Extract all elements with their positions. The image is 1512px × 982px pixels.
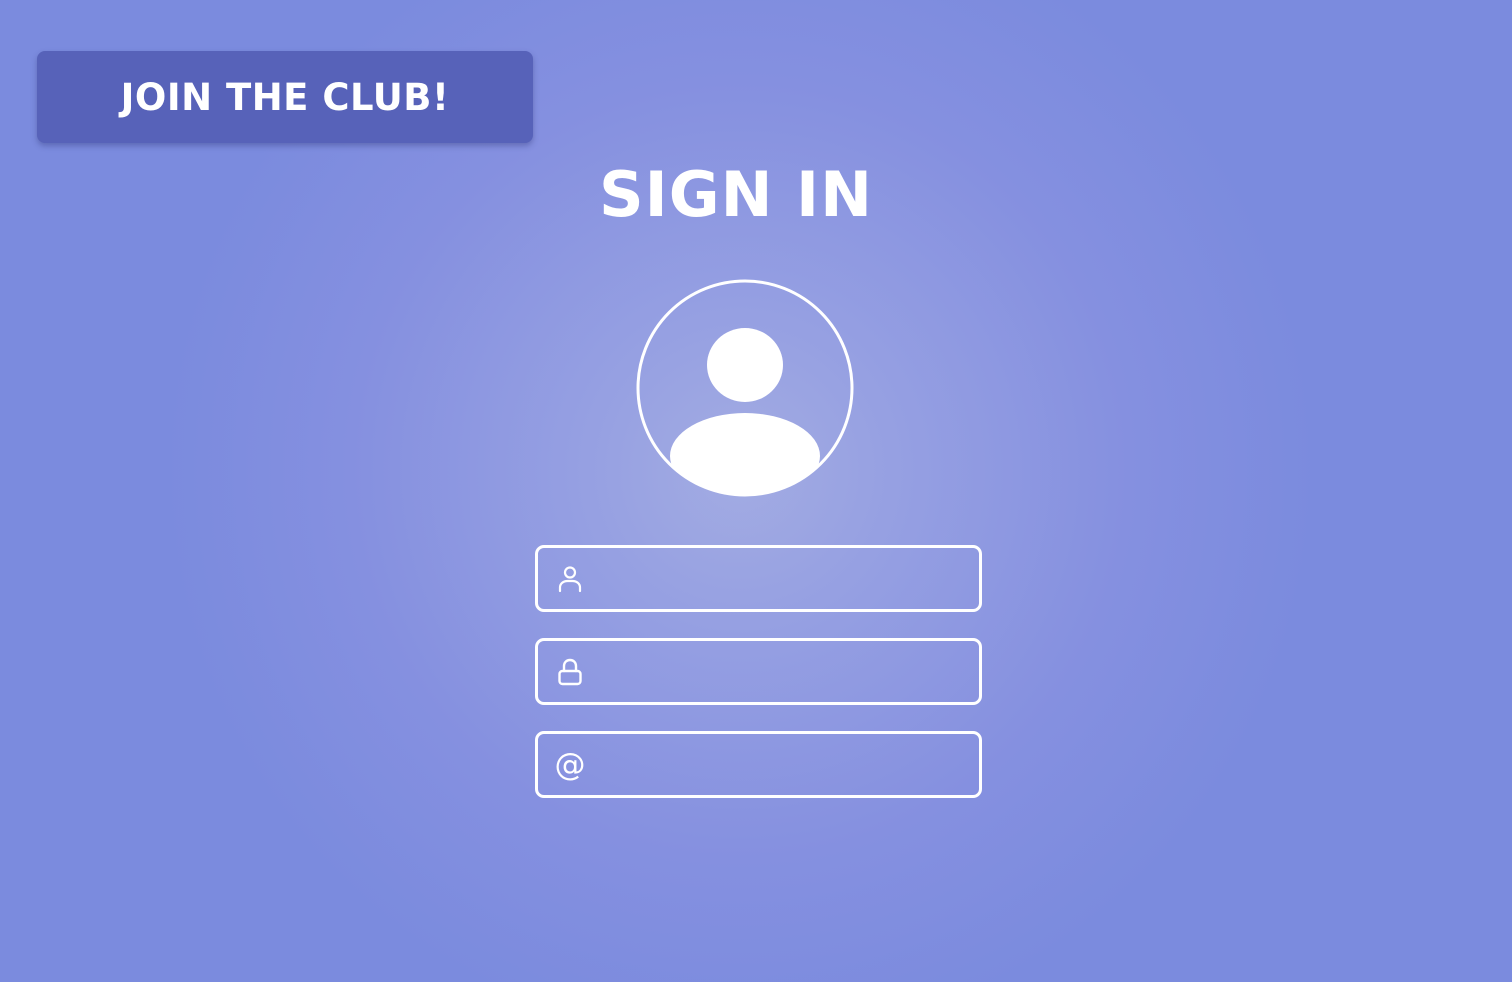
user-icon xyxy=(552,561,588,597)
at-sign-icon: @ xyxy=(552,747,588,783)
page-title: SIGN IN xyxy=(598,158,874,231)
email-field[interactable]: @ xyxy=(535,731,982,798)
join-the-club-button[interactable]: JOIN THE CLUB! xyxy=(37,51,533,143)
at-sign-glyph: @ xyxy=(554,746,586,783)
password-input[interactable] xyxy=(588,641,979,702)
lock-icon xyxy=(552,654,588,690)
user-avatar-icon xyxy=(635,278,855,498)
username-field[interactable] xyxy=(535,545,982,612)
password-field[interactable] xyxy=(535,638,982,705)
email-input[interactable] xyxy=(588,734,979,795)
username-input[interactable] xyxy=(588,548,979,609)
